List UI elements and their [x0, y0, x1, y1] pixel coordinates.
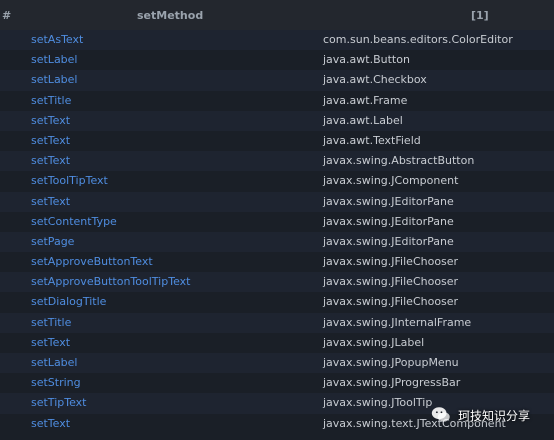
method-cell[interactable]: setApproveButtonToolTipText	[31, 275, 190, 288]
table-row[interactable]: setLabel java.awt.Checkbox	[0, 70, 554, 91]
method-cell[interactable]: setText	[31, 134, 70, 147]
table-row[interactable]: setText javax.swing.JLabel	[0, 332, 554, 353]
table-row[interactable]: setText java.awt.TextField	[0, 130, 554, 152]
class-cell[interactable]: java.awt.Frame	[323, 94, 407, 107]
table-row[interactable]: setPage javax.swing.JEditorPane	[0, 231, 554, 253]
class-cell[interactable]: javax.swing.AbstractButton	[323, 154, 474, 167]
class-cell[interactable]: javax.swing.JFileChooser	[323, 295, 458, 308]
class-cell[interactable]: javax.swing.JLabel	[323, 336, 424, 349]
method-cell[interactable]: setText	[31, 195, 70, 208]
table-row[interactable]: setApproveButtonText javax.swing.JFileCho…	[0, 252, 554, 273]
method-cell[interactable]: setLabel	[31, 53, 78, 66]
grid-header: # setMethod [1]	[0, 0, 554, 31]
class-cell[interactable]: java.awt.Button	[323, 53, 410, 66]
table-row[interactable]: setTitle java.awt.Frame	[0, 90, 554, 111]
table-row[interactable]: setString javax.swing.JProgressBar	[0, 373, 554, 394]
class-cell[interactable]: javax.swing.JComponent	[323, 174, 458, 187]
table-row[interactable]: setTitle javax.swing.JInternalFrame	[0, 312, 554, 333]
method-cell[interactable]: setText	[31, 417, 70, 430]
class-cell[interactable]: javax.swing.JInternalFrame	[323, 316, 471, 329]
class-cell[interactable]: java.awt.TextField	[323, 134, 421, 147]
method-cell[interactable]: setLabel	[31, 73, 78, 86]
table-row[interactable]: setText java.awt.Label	[0, 110, 554, 131]
table-row[interactable]: setText javax.swing.JEditorPane	[0, 191, 554, 212]
table-row[interactable]: setLabel javax.swing.JPopupMenu	[0, 353, 554, 374]
method-cell[interactable]: setText	[31, 114, 70, 127]
class-cell[interactable]: javax.swing.JFileChooser	[323, 255, 458, 268]
class-cell[interactable]: javax.swing.JPopupMenu	[323, 356, 459, 369]
method-cell[interactable]: setLabel	[31, 356, 78, 369]
class-cell[interactable]: javax.swing.JProgressBar	[323, 376, 460, 389]
method-cell[interactable]: setAsText	[31, 33, 83, 46]
table-row[interactable]: setLabel java.awt.Button	[0, 50, 554, 71]
table-row[interactable]: setToolTipText javax.swing.JComponent	[0, 171, 554, 192]
class-cell[interactable]: javax.swing.JFileChooser	[323, 275, 458, 288]
results-grid: # setMethod [1] setAsText com.sun.beans.e…	[0, 0, 554, 440]
method-cell[interactable]: setApproveButtonText	[31, 255, 153, 268]
class-cell[interactable]: java.awt.Label	[323, 114, 403, 127]
table-row[interactable]: setContentType javax.swing.JEditorPane	[0, 211, 554, 232]
class-cell[interactable]: javax.swing.JToolTip	[323, 396, 432, 409]
table-row[interactable]: setText javax.swing.AbstractButton	[0, 151, 554, 172]
method-cell[interactable]: setPage	[31, 235, 74, 248]
table-row[interactable]: setDialogTitle javax.swing.JFileChooser	[0, 292, 554, 313]
table-row[interactable]: setAsText com.sun.beans.editors.ColorEdit…	[0, 30, 554, 51]
method-cell[interactable]: setDialogTitle	[31, 295, 106, 308]
method-cell[interactable]: setText	[31, 154, 70, 167]
wechat-logo-icon	[431, 407, 450, 422]
class-cell[interactable]: com.sun.beans.editors.ColorEditor	[323, 33, 513, 46]
class-cell[interactable]: javax.swing.JEditorPane	[323, 215, 454, 228]
class-cell[interactable]: javax.swing.JEditorPane	[323, 235, 454, 248]
method-cell[interactable]: setTipText	[31, 396, 86, 409]
method-cell[interactable]: setTitle	[31, 94, 71, 107]
method-cell[interactable]: setTitle	[31, 316, 71, 329]
watermark-text: 珂技知识分享	[458, 408, 531, 423]
column-header-1[interactable]: [1]	[471, 9, 489, 22]
watermark: 珂技知识分享	[430, 400, 530, 430]
class-cell[interactable]: java.awt.Checkbox	[323, 73, 427, 86]
method-cell[interactable]: setString	[31, 376, 81, 389]
method-cell[interactable]: setContentType	[31, 215, 117, 228]
method-cell[interactable]: setToolTipText	[31, 174, 108, 187]
method-cell[interactable]: setText	[31, 336, 70, 349]
class-cell[interactable]: javax.swing.JEditorPane	[323, 195, 454, 208]
column-header-index[interactable]: #	[2, 9, 11, 22]
table-row[interactable]: setApproveButtonToolTipText javax.swing.J…	[0, 272, 554, 293]
grid-body: setAsText com.sun.beans.editors.ColorEdit…	[0, 30, 554, 434]
column-header-setmethod[interactable]: setMethod	[137, 9, 203, 22]
